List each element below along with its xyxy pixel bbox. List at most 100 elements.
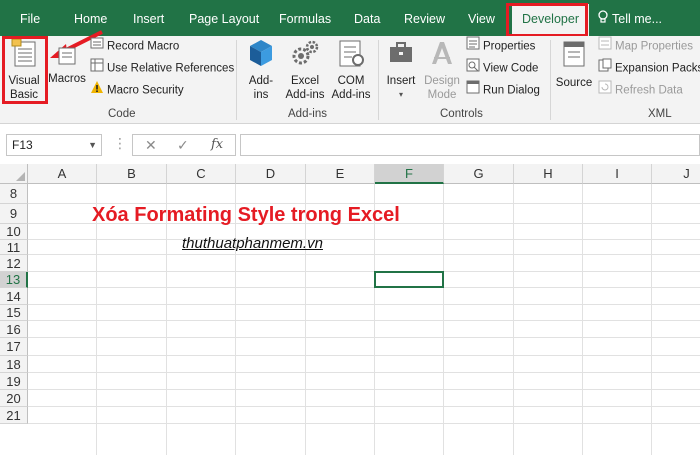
tab-insert[interactable]: Insert (133, 0, 164, 36)
row-header-18[interactable]: 18 (0, 356, 28, 373)
developer-highlight-box (506, 3, 588, 37)
column-header-f[interactable]: F (375, 164, 444, 184)
tab-page-layout[interactable]: Page Layout (189, 0, 259, 36)
properties-button[interactable]: Properties (466, 36, 535, 56)
refresh-data-label: Refresh Data (615, 84, 683, 97)
sheet-subtitle-text[interactable]: thuthuatphanmem.vn (182, 235, 323, 252)
macros-button[interactable]: Macros (48, 38, 86, 86)
record-macro-icon (90, 36, 104, 57)
insert-control-label: Insert (386, 75, 416, 87)
column-header-i[interactable]: I (583, 164, 652, 184)
gridline (28, 239, 700, 240)
column-header-b[interactable]: B (97, 164, 167, 184)
tab-file[interactable]: File (20, 0, 40, 36)
add-ins-button[interactable]: Add- ins (242, 38, 280, 102)
code-group-label: Code (108, 108, 136, 120)
resize-handle-icon[interactable]: ⋮ (113, 135, 127, 152)
toolbox-icon (382, 38, 420, 72)
name-box-value: F13 (12, 138, 33, 152)
row-header-11[interactable]: 11 (0, 240, 28, 255)
record-macro-label: Record Macro (107, 40, 180, 53)
column-header-h[interactable]: H (514, 164, 583, 184)
design-mode-icon (422, 38, 462, 72)
active-cell[interactable] (374, 271, 444, 288)
add-ins-label-2: ins (253, 89, 269, 101)
tell-me-box[interactable]: Tell me... (598, 0, 662, 36)
chevron-down-icon: ▾ (398, 90, 403, 99)
formula-bar: F13 ▼ ⋮ ✕ ✓ fx (0, 124, 700, 164)
sheet-title-text[interactable]: Xóa Formating Style trong Excel (92, 204, 400, 227)
controls-group-label: Controls (440, 108, 483, 120)
view-code-label: View Code (483, 62, 539, 75)
view-code-button[interactable]: View Code (466, 58, 538, 78)
map-properties-button[interactable]: Map Properties (598, 36, 693, 56)
check-icon[interactable]: ✓ (177, 135, 189, 155)
design-mode-label-1: Design (424, 75, 460, 87)
row-header-19[interactable]: 19 (0, 373, 28, 390)
group-separator (236, 40, 237, 120)
gridline (28, 254, 700, 255)
row-header-10[interactable]: 10 (0, 224, 28, 240)
gridline (28, 423, 700, 424)
row-header-8[interactable]: 8 (0, 184, 28, 204)
formula-input[interactable] (240, 134, 700, 156)
gridline (28, 287, 700, 288)
macros-icon (48, 38, 86, 68)
column-header-a[interactable]: A (28, 164, 97, 184)
spreadsheet-grid[interactable]: A B C D E F G H I J 8 9 10 11 12 13 14 15 16 17 18 19 20 21 Xóa … (0, 164, 700, 455)
expansion-packs-button[interactable]: Expansion Packs (598, 58, 700, 78)
column-header-g[interactable]: G (444, 164, 514, 184)
row-header-9[interactable]: 9 (0, 204, 28, 224)
row-header-17[interactable]: 17 (0, 338, 28, 356)
gears-icon (282, 38, 328, 72)
gridline (28, 355, 700, 356)
fx-icon[interactable]: fx (211, 135, 223, 155)
visual-basic-highlight-box (2, 36, 48, 104)
row-header-15[interactable]: 15 (0, 305, 28, 321)
tab-view[interactable]: View (468, 0, 495, 36)
run-dialog-button[interactable]: Run Dialog (466, 80, 540, 100)
column-header-c[interactable]: C (167, 164, 236, 184)
gridline (28, 271, 700, 272)
expansion-packs-icon (598, 58, 612, 79)
view-code-icon (466, 58, 480, 79)
relative-references-button[interactable]: Use Relative References (90, 58, 234, 78)
properties-icon (466, 36, 480, 57)
macro-security-label: Macro Security (107, 84, 184, 97)
cancel-icon[interactable]: ✕ (145, 135, 157, 155)
name-box[interactable]: F13 ▼ (6, 134, 102, 156)
row-header-21[interactable]: 21 (0, 407, 28, 424)
tell-me-label: Tell me... (612, 12, 663, 26)
insert-control-button[interactable]: Insert ▾ (382, 38, 420, 102)
map-properties-icon (598, 36, 612, 57)
com-add-ins-button[interactable]: COM Add-ins (328, 38, 374, 102)
refresh-data-button[interactable]: Refresh Data (598, 80, 683, 100)
gridline (28, 320, 700, 321)
com-add-ins-label-2: Add-ins (331, 89, 371, 101)
tab-review[interactable]: Review (404, 0, 445, 36)
record-macro-button[interactable]: Record Macro (90, 36, 179, 56)
column-header-j[interactable]: J (652, 164, 700, 184)
add-ins-icon (242, 38, 280, 72)
select-all-button[interactable] (0, 164, 28, 184)
tab-formulas[interactable]: Formulas (279, 0, 331, 36)
design-mode-label-2: Mode (427, 89, 457, 101)
column-header-d[interactable]: D (236, 164, 306, 184)
gridline (28, 372, 700, 373)
chevron-down-icon[interactable]: ▼ (88, 135, 97, 155)
design-mode-button[interactable]: Design Mode (422, 38, 462, 102)
relative-references-icon (90, 58, 104, 79)
tab-data[interactable]: Data (354, 0, 380, 36)
gridline (28, 304, 700, 305)
column-header-e[interactable]: E (306, 164, 375, 184)
row-header-20[interactable]: 20 (0, 390, 28, 407)
row-header-14[interactable]: 14 (0, 288, 28, 305)
row-header-16[interactable]: 16 (0, 321, 28, 338)
gridline (28, 406, 700, 407)
source-button[interactable]: Source (554, 38, 594, 90)
row-header-12[interactable]: 12 (0, 255, 28, 272)
excel-add-ins-button[interactable]: Excel Add-ins (282, 38, 328, 102)
row-header-13[interactable]: 13 (0, 272, 28, 288)
formula-controls: ✕ ✓ fx (132, 134, 236, 156)
macro-security-button[interactable]: Macro Security (90, 80, 184, 100)
